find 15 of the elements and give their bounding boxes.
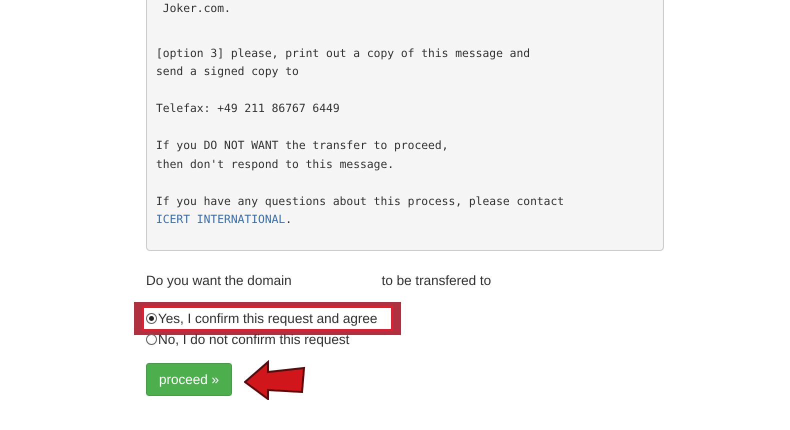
message-line: If you DO NOT WANT the transfer to proceed,	[156, 138, 450, 154]
question-text: Do you want the domain	[146, 272, 292, 288]
message-line: Joker.com.	[162, 1, 232, 17]
message-line: If you have any questions about this process, please contact	[156, 194, 566, 210]
contact-link[interactable]: ICERT INTERNATIONAL	[156, 213, 286, 226]
option-label[interactable]: Yes, I confirm this request and agree	[158, 310, 378, 326]
message-line: .	[285, 213, 292, 226]
message-line: [option 3] please, print out a copy of this message and	[156, 46, 532, 62]
radio-button[interactable]	[146, 312, 157, 324]
message-line: Telefax: +49 211 86767 6449	[156, 101, 341, 117]
option-label[interactable]: No, I do not confirm this request	[158, 332, 350, 346]
arrow-drawing	[244, 360, 306, 400]
message-line: then don't respond to this message.	[156, 156, 396, 172]
question-text: to be transfered to	[382, 272, 492, 288]
message-line: send a signed copy to	[156, 64, 300, 80]
